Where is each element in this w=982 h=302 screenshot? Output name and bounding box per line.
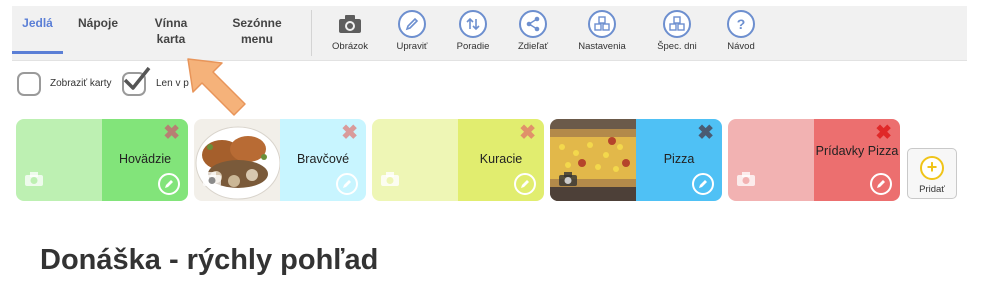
delete-icon[interactable]: ✖	[519, 123, 536, 143]
settings-button[interactable]: Nastavenia	[569, 10, 635, 56]
special-days-label: Špec. dni	[657, 41, 697, 52]
page-heading: Donáška - rýchly pohľad	[40, 244, 379, 276]
edit-label: Upraviť	[396, 41, 428, 52]
camera-icon[interactable]	[202, 171, 222, 192]
only-in-checkbox[interactable]	[122, 66, 151, 96]
tab-napoje[interactable]: Nápoje	[69, 6, 127, 54]
help-button[interactable]: ? Návod	[708, 10, 774, 56]
pointer-arrow-icon	[187, 58, 246, 116]
tab-jedla[interactable]: Jedlá	[12, 6, 63, 54]
plus-icon: +	[920, 156, 944, 180]
image-label: Obrázok	[332, 41, 368, 52]
pencil-icon[interactable]	[158, 173, 180, 195]
camera-icon[interactable]	[736, 171, 756, 192]
order-label: Poradie	[456, 41, 490, 52]
show-cards-checkbox[interactable]	[17, 72, 41, 96]
delete-icon[interactable]: ✖	[341, 123, 358, 143]
tab-vinna-karta[interactable]: Vínna karta	[143, 6, 199, 54]
card-name: Bravčové	[296, 152, 350, 166]
toolbar: Jedlá Nápoje Vínna karta Sezónne menu Ob…	[12, 6, 967, 61]
pencil-icon[interactable]	[692, 173, 714, 195]
toolbar-divider	[311, 10, 312, 56]
grid-icon	[588, 10, 616, 38]
card-name: Prídavky Pizza	[815, 144, 899, 158]
share-label: Zdieľať	[517, 41, 549, 52]
category-card-bravcove[interactable]: ✖ Bravčové	[194, 119, 366, 201]
share-button[interactable]: Zdieľať	[500, 10, 566, 56]
pencil-icon[interactable]	[514, 173, 536, 195]
category-card-pridavky-pizza[interactable]: ✖ Prídavky Pizza	[728, 119, 900, 201]
special-days-button[interactable]: Špec. dni	[644, 10, 710, 56]
sort-arrows-icon	[459, 10, 487, 38]
delete-icon[interactable]: ✖	[875, 123, 892, 143]
checkmark-icon	[123, 66, 151, 90]
camera-icon[interactable]	[380, 171, 400, 192]
category-card-hovadzie[interactable]: ✖ Hovädzie	[16, 119, 188, 201]
order-button[interactable]: Poradie	[440, 10, 506, 56]
camera-icon[interactable]	[24, 171, 44, 192]
image-button[interactable]: Obrázok	[317, 10, 383, 56]
help-label: Návod	[727, 41, 755, 52]
add-category-button[interactable]: + Pridať	[907, 148, 957, 199]
question-icon: ?	[727, 10, 755, 38]
delete-icon[interactable]: ✖	[697, 123, 714, 143]
camera-icon[interactable]	[558, 171, 578, 192]
settings-label: Nastavenia	[578, 41, 626, 52]
category-card-pizza[interactable]: ✖ Pizza	[550, 119, 722, 201]
pencil-icon[interactable]	[870, 173, 892, 195]
card-name: Kuracie	[479, 152, 523, 166]
edit-button[interactable]: Upraviť	[379, 10, 445, 56]
tab-sezonne-menu[interactable]: Sezónne menu	[220, 6, 294, 54]
camera-icon	[336, 10, 364, 38]
pencil-icon	[398, 10, 426, 38]
grid-icon	[663, 10, 691, 38]
card-name: Pizza	[663, 152, 695, 166]
card-name: Hovädzie	[118, 152, 172, 166]
show-cards-label: Zobraziť karty	[50, 78, 112, 89]
add-label: Pridať	[919, 184, 945, 195]
category-card-kuracie[interactable]: ✖ Kuracie	[372, 119, 544, 201]
pencil-icon[interactable]	[336, 173, 358, 195]
share-icon	[519, 10, 547, 38]
delete-icon[interactable]: ✖	[163, 123, 180, 143]
